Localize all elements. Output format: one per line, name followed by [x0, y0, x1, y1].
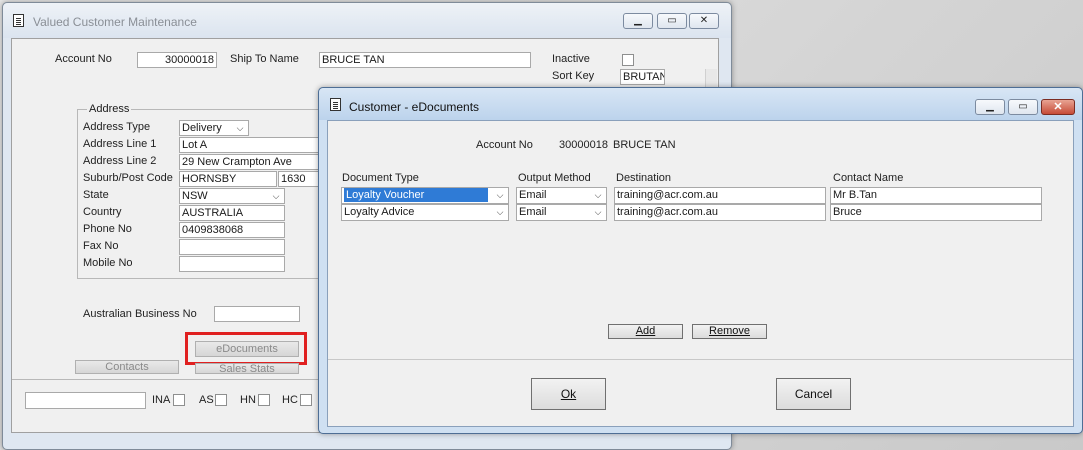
state-combo[interactable]: NSW ⌵	[179, 188, 285, 204]
as-checkbox[interactable]	[215, 394, 227, 406]
address-group-legend: Address	[87, 103, 132, 115]
cancel-button[interactable]: Cancel	[776, 378, 851, 410]
phone-label: Phone No	[83, 223, 132, 235]
address-line1-field[interactable]: Lot A	[179, 137, 324, 153]
address-line2-field[interactable]: 29 New Crampton Ave	[179, 154, 324, 170]
row2-contact-name-field[interactable]: Bruce	[830, 204, 1042, 221]
country-field[interactable]: AUSTRALIA	[179, 205, 285, 221]
state-label: State	[83, 189, 109, 201]
bottom-search-field[interactable]	[25, 392, 146, 409]
title-bar[interactable]: Valued Customer Maintenance ▁ ▭ ✕	[3, 3, 731, 38]
col-output-method: Output Method	[518, 172, 591, 184]
abn-label: Australian Business No	[83, 308, 197, 320]
row1-output-method-value: Email	[519, 189, 547, 201]
col-destination: Destination	[616, 172, 672, 184]
address-line1-label: Address Line 1	[83, 138, 157, 150]
sales-stats-button[interactable]: Sales Stats	[195, 363, 299, 374]
mobile-label: Mobile No	[83, 257, 133, 269]
address-type-combo[interactable]: Delivery ⌵	[179, 120, 249, 136]
dialog-maximize-button[interactable]: ▭	[1008, 99, 1038, 115]
edocuments-form: Account No 30000018 BRUCE TAN Document T…	[327, 120, 1074, 427]
row2-document-type-value: Loyalty Advice	[344, 206, 415, 218]
chevron-down-icon[interactable]: ⌵	[494, 206, 506, 218]
account-no-field[interactable]: 30000018	[137, 52, 217, 68]
row1-output-method-combo[interactable]: Email ⌵	[516, 187, 607, 204]
hc-label: HC	[282, 394, 298, 406]
maximize-button[interactable]: ▭	[657, 13, 687, 29]
sort-key-label: Sort Key	[552, 70, 595, 82]
chevron-down-icon[interactable]: ⌵	[592, 189, 604, 201]
dialog-title: Customer - eDocuments	[349, 100, 480, 114]
col-contact-name: Contact Name	[833, 172, 904, 184]
dialog-close-button[interactable]: ✕	[1041, 99, 1075, 115]
chevron-down-icon[interactable]: ⌵	[234, 122, 246, 134]
close-icon: ✕	[699, 15, 709, 26]
maximize-icon: ▭	[1018, 101, 1028, 112]
dialog-separator	[328, 359, 1073, 360]
row2-document-type-combo[interactable]: Loyalty Advice ⌵	[341, 204, 509, 221]
sort-key-field[interactable]: BRUTAN	[620, 69, 665, 85]
row2-output-method-value: Email	[519, 206, 547, 218]
phone-field[interactable]: 0409838068	[179, 222, 285, 238]
hc-checkbox[interactable]	[300, 394, 312, 406]
maximize-icon: ▭	[667, 15, 677, 26]
row2-output-method-combo[interactable]: Email ⌵	[516, 204, 607, 221]
dialog-account-no-value: 30000018	[559, 139, 608, 151]
hn-label: HN	[240, 394, 256, 406]
row2-destination-field[interactable]: training@acr.com.au	[614, 204, 826, 221]
close-button[interactable]: ✕	[689, 13, 719, 29]
window-title: Valued Customer Maintenance	[33, 15, 197, 29]
minimize-button[interactable]: ▁	[623, 13, 653, 29]
document-icon	[13, 14, 24, 27]
chevron-down-icon[interactable]: ⌵	[494, 189, 506, 201]
document-icon	[330, 98, 341, 111]
fax-label: Fax No	[83, 240, 119, 252]
highlight-annotation	[185, 332, 307, 365]
suburb-label: Suburb/Post Code	[83, 172, 173, 184]
abn-field[interactable]	[214, 306, 300, 322]
country-label: Country	[83, 206, 122, 218]
hn-checkbox[interactable]	[258, 394, 270, 406]
suburb-field[interactable]: HORNSBY	[179, 171, 277, 187]
ship-to-label: Ship To Name	[230, 53, 299, 65]
fax-field[interactable]	[179, 239, 285, 255]
col-document-type: Document Type	[342, 172, 419, 184]
close-icon: ✕	[1053, 101, 1063, 113]
row1-destination-field[interactable]: training@acr.com.au	[614, 187, 826, 204]
chevron-down-icon[interactable]: ⌵	[592, 206, 604, 218]
state-value: NSW	[182, 190, 208, 202]
ina-checkbox[interactable]	[173, 394, 185, 406]
address-type-label: Address Type	[83, 121, 151, 133]
dialog-account-no-label: Account No	[476, 139, 533, 151]
inactive-checkbox[interactable]	[622, 54, 634, 66]
minimize-icon: ▁	[634, 15, 642, 26]
address-line2-label: Address Line 2	[83, 155, 157, 167]
row1-document-type-combo[interactable]: Loyalty Voucher ⌵	[341, 187, 509, 204]
contacts-button[interactable]: Contacts	[75, 360, 179, 374]
as-label: AS	[199, 394, 214, 406]
ship-to-field[interactable]: BRUCE TAN	[319, 52, 531, 68]
chevron-down-icon[interactable]: ⌵	[270, 190, 282, 202]
ina-label: INA	[152, 394, 171, 406]
row1-contact-name-field[interactable]: Mr B.Tan	[830, 187, 1042, 204]
mobile-field[interactable]	[179, 256, 285, 272]
remove-button[interactable]: Remove	[692, 324, 767, 339]
minimize-icon: ▁	[986, 101, 994, 112]
inactive-label: Inactive	[552, 53, 590, 65]
address-type-value: Delivery	[182, 122, 222, 134]
dialog-minimize-button[interactable]: ▁	[975, 99, 1005, 115]
row1-document-type-value: Loyalty Voucher	[344, 188, 488, 202]
dialog-title-bar[interactable]: Customer - eDocuments ▁ ▭ ✕	[319, 88, 1082, 120]
dialog-customer-name: BRUCE TAN	[613, 139, 676, 151]
edocuments-dialog: Customer - eDocuments ▁ ▭ ✕ Account No 3…	[318, 87, 1083, 434]
account-no-label: Account No	[55, 53, 112, 65]
add-button[interactable]: Add	[608, 324, 683, 339]
ok-button[interactable]: Ok	[531, 378, 606, 410]
